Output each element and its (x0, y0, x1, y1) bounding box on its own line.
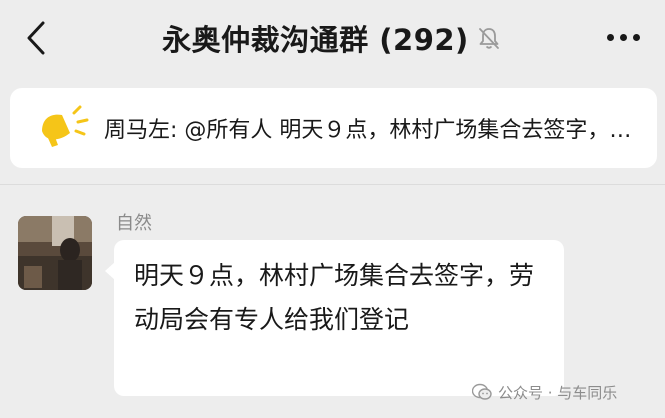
chat-screen: 永奥仲裁沟通群 (292) 周马左: @所有人 明天９点，林村广场集合去签字，劳… (0, 0, 665, 418)
avatar-photo (18, 216, 92, 290)
sender-name: 自然 (116, 213, 152, 234)
bell-off-icon (475, 24, 503, 52)
chevron-left-icon (27, 21, 45, 55)
more-options-button[interactable] (603, 22, 643, 52)
chat-title: 永奥仲裁沟通群 (292) (162, 23, 469, 57)
avatar[interactable] (18, 216, 92, 290)
back-button[interactable] (16, 18, 56, 58)
top-bar: 永奥仲裁沟通群 (292) (0, 0, 665, 76)
ellipsis-icon (606, 33, 614, 41)
message-bubble[interactable]: 明天９点，林村广场集合去签字，劳动局会有专人给我们登记 (105, 240, 564, 396)
megaphone-icon (42, 105, 89, 147)
title-group: 永奥仲裁沟通群 (292) (162, 17, 503, 59)
group-announcement[interactable]: 周马左: @所有人 明天９点，林村广场集合去签字，劳动局会有专人给我们登记 (10, 88, 657, 168)
wechat-official-account-icon (472, 383, 492, 400)
divider (0, 184, 665, 185)
announcement-text: 周马左: @所有人 明天９点，林村广场集合去签字，劳动局会有专人给我们登记 (104, 118, 644, 143)
watermark: 公众号 · 与车同乐 (472, 380, 617, 404)
watermark-text: 公众号 · 与车同乐 (498, 383, 618, 402)
